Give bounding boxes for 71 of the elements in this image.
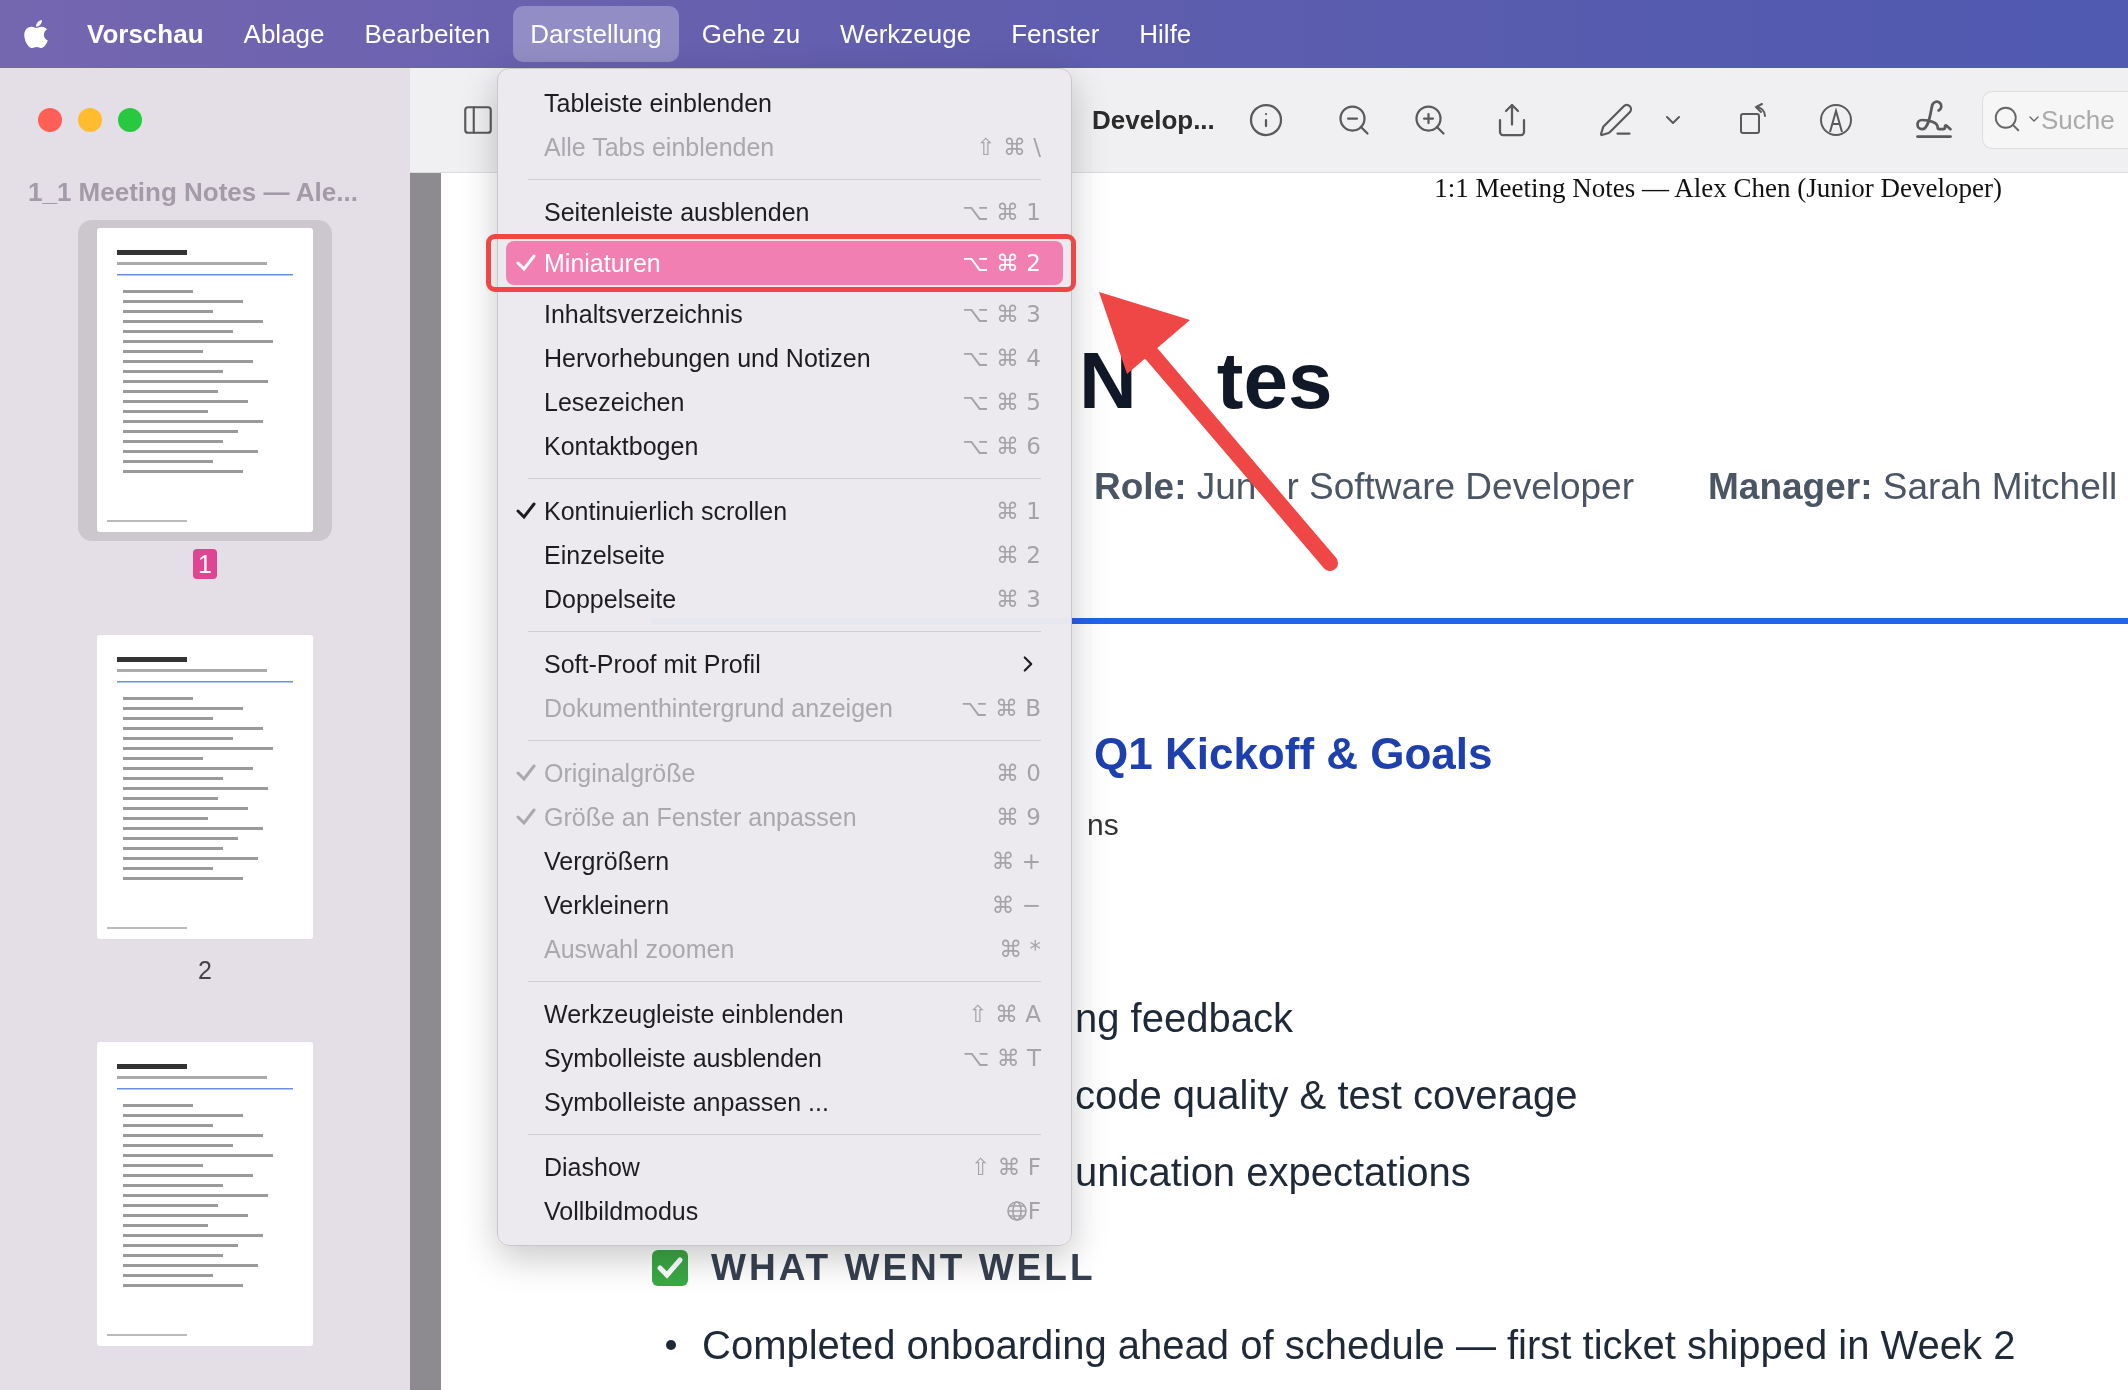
keyboard-shortcut: ⇧ ⌘ A <box>968 1001 1041 1027</box>
keyboard-shortcut: ⌘ 1 <box>996 498 1041 524</box>
keyboard-shortcut: ⌥ ⌘ B <box>961 695 1041 721</box>
keyboard-shortcut: ⌥ ⌘ T <box>962 1045 1041 1071</box>
keyboard-shortcut: ⇧ ⌘ F <box>970 1154 1041 1180</box>
checkmark-icon <box>516 764 536 782</box>
menu-item[interactable]: Kontinuierlich scrollen ⌘ 1 <box>506 489 1063 533</box>
page-number: 2 <box>197 955 213 986</box>
menu-item[interactable]: Einzelseite ⌘ 2 <box>506 533 1063 577</box>
menu-item[interactable]: Soft-Proof mit Profil <box>506 642 1063 686</box>
menu-item[interactable]: Lesezeichen ⌥ ⌘ 5 <box>506 380 1063 424</box>
check-box-icon <box>651 1249 689 1287</box>
document-title-text: tes <box>1216 336 1333 426</box>
checkmark-icon <box>516 502 536 520</box>
meta-text: r Software Developer <box>1286 465 1634 509</box>
keyboard-shortcut: ⇧ ⌘ \ <box>976 134 1041 160</box>
page-thumbnail[interactable] <box>97 1041 313 1346</box>
menu-item[interactable]: Hervorhebungen und Notizen ⌥ ⌘ 4 <box>506 336 1063 380</box>
menu-item[interactable]: Vergrößern ⌘ + <box>506 839 1063 883</box>
sidebar-title: 1_1 Meeting Notes — Ale... <box>27 176 359 208</box>
bullet-dot <box>666 1340 676 1350</box>
keyboard-shortcut: ⌘ 9 <box>996 804 1041 830</box>
menu-bar-item[interactable]: Gehe zu <box>684 6 818 62</box>
search-icon <box>1992 104 2022 134</box>
checkmark-icon <box>516 254 536 272</box>
app-menu[interactable]: Vorschau <box>70 6 221 62</box>
agenda-item: code quality & test coverage <box>1075 1072 1579 1119</box>
menu-item[interactable]: Vollbildmodus F <box>506 1189 1063 1233</box>
keyboard-shortcut: ⌥ ⌘ 6 <box>962 433 1041 459</box>
menu-bar-item[interactable]: Bearbeiten <box>347 6 508 62</box>
keyboard-shortcut: F <box>1027 1198 1041 1224</box>
menu-item[interactable]: Seitenleiste ausblenden ⌥ ⌘ 1 <box>506 190 1063 234</box>
window-title: Develop... <box>1092 104 1216 136</box>
keyboard-shortcut: ⌥ ⌘ 4 <box>962 345 1041 371</box>
page-thumbnail[interactable] <box>97 635 313 940</box>
date-text: ns <box>1087 807 1120 843</box>
keyboard-shortcut: ⌥ ⌘ 1 <box>962 199 1041 225</box>
keyboard-shortcut: ⌘ * <box>999 936 1041 962</box>
checkmark-icon <box>516 808 536 826</box>
keyboard-shortcut: ⌘ 2 <box>996 542 1041 568</box>
menu-item[interactable]: Werkzeugleiste einblenden ⇧ ⌘ A <box>506 992 1063 1036</box>
menu-item[interactable]: Symbolleiste ausblenden ⌥ ⌘ T <box>506 1036 1063 1080</box>
agenda-item: unication expectations <box>1075 1149 1472 1196</box>
menu-item[interactable]: Doppelseite ⌘ 3 <box>506 577 1063 621</box>
running-header: 1:1 Meeting Notes — Alex Chen (Junior Developer) <box>1434 173 2002 203</box>
keyboard-shortcut: ⌥ ⌘ 5 <box>962 389 1041 415</box>
menu-item[interactable]: Kontaktbogen ⌥ ⌘ 6 <box>506 424 1063 468</box>
menu-bar-item[interactable]: Fenster <box>994 6 1117 62</box>
search-field[interactable]: Suche <box>1982 91 2128 149</box>
keyboard-shortcut: ⌘ 3 <box>996 586 1041 612</box>
agenda-item: ng feedback <box>1075 995 1294 1042</box>
keyboard-shortcut: ⌥ ⌘ 2 <box>962 250 1041 276</box>
section-heading: Q1 Kickoff & Goals <box>1094 728 1494 780</box>
meta-field: Manager: Sarah Mitchell <box>1708 464 2118 510</box>
subheading: WHAT WENT WELL <box>711 1246 1096 1290</box>
menu-item[interactable]: Symbolleiste anpassen ... <box>506 1080 1063 1124</box>
keyboard-shortcut: ⌘ 0 <box>996 760 1041 786</box>
menu-bar-item[interactable]: Hilfe <box>1122 6 1209 62</box>
meta-field: Role: Jun <box>1094 464 1257 510</box>
menu-item[interactable]: Diashow ⇧ ⌘ F <box>506 1145 1063 1189</box>
bullet-text: Completed onboarding ahead of schedule — first ticket shipped in Week 2 <box>702 1322 2016 1369</box>
keyboard-shortcut: ⌘ − <box>991 892 1041 918</box>
keyboard-shortcut: ⌥ ⌘ 3 <box>962 301 1041 327</box>
page-thumbnail[interactable] <box>97 228 313 533</box>
menu-bar-item[interactable]: Ablage <box>226 6 342 62</box>
menu-bar-item[interactable]: Werkzeuge <box>823 6 989 62</box>
keyboard-shortcut: ⌘ + <box>991 848 1041 874</box>
menu-item[interactable]: Inhaltsverzeichnis ⌥ ⌘ 3 <box>506 292 1063 336</box>
menu-item[interactable]: Verkleinern ⌘ − <box>506 883 1063 927</box>
menu-item[interactable]: Tableiste einblenden <box>506 81 1063 125</box>
page-number: 1 <box>193 548 217 579</box>
